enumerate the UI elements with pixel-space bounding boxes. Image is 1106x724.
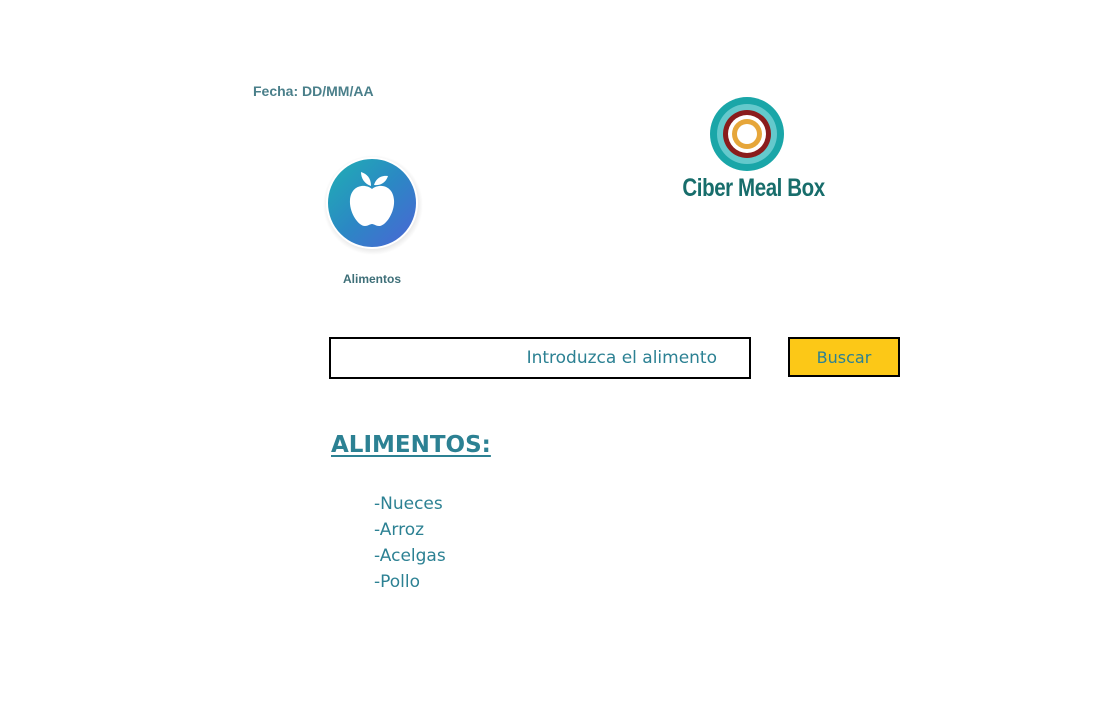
- list-item: -Arroz: [374, 520, 425, 540]
- date-label: Fecha: DD/MM/AA: [253, 83, 374, 99]
- food-list: -Nueces -Arroz -Acelgas -Pollo: [374, 491, 446, 595]
- list-item: -Pollo: [374, 572, 421, 592]
- food-list-title: ALIMENTOS:: [331, 432, 491, 458]
- apple-icon: [321, 150, 425, 256]
- list-item: -Acelgas: [374, 546, 446, 566]
- category-label: Alimentos: [342, 272, 401, 286]
- list-item: -Nueces: [374, 494, 443, 514]
- brand-name: Ciber Meal Box: [682, 174, 825, 202]
- category-alimentos-button[interactable]: [321, 150, 425, 256]
- brand-logo: Ciber Meal Box: [668, 92, 828, 210]
- search-button[interactable]: Buscar: [788, 337, 900, 377]
- food-search-input[interactable]: [329, 337, 751, 379]
- concentric-rings-logo-icon: [710, 97, 784, 171]
